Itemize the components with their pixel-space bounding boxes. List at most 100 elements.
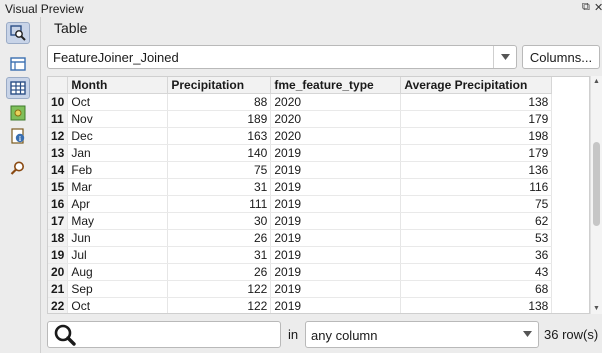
table-row[interactable]: 17 May 30 2019 62 <box>48 212 553 230</box>
cell-precipitation: 189 <box>167 110 272 128</box>
title-bar: Visual Preview ⧉ ✕ <box>0 0 602 17</box>
cell-precipitation: 111 <box>167 195 272 213</box>
cell-precipitation: 122 <box>167 297 272 313</box>
data-table[interactable]: Month Precipitation fme_feature_type Ave… <box>47 76 590 314</box>
cell-precipitation: 122 <box>167 280 272 298</box>
column-header-average-precipitation[interactable]: Average Precipitation <box>400 77 553 94</box>
grid-view-button[interactable] <box>6 77 30 99</box>
cell-fme-feature-type: 2019 <box>270 195 402 213</box>
svg-text:i: i <box>19 135 21 143</box>
feature-table: Month Precipitation fme_feature_type Ave… <box>48 77 553 313</box>
cell-month: May <box>67 212 169 230</box>
table-row[interactable]: 10 Oct 88 2020 138 <box>48 93 553 111</box>
row-number: 16 <box>48 195 69 213</box>
map-view-button[interactable] <box>6 102 30 124</box>
window-title: Visual Preview <box>5 2 84 16</box>
column-filter-dropdown[interactable]: any column <box>305 321 539 348</box>
row-number: 15 <box>48 178 69 196</box>
cell-fme-feature-type: 2019 <box>270 246 402 264</box>
cell-fme-feature-type: 2019 <box>270 229 402 247</box>
cell-average-precipitation: 179 <box>400 144 553 162</box>
table-view-icon <box>10 57 26 71</box>
cell-average-precipitation: 116 <box>400 178 553 196</box>
table-row[interactable]: 12 Dec 163 2020 198 <box>48 127 553 145</box>
row-number: 17 <box>48 212 69 230</box>
cell-precipitation: 163 <box>167 127 272 145</box>
table-row[interactable]: 11 Nov 189 2020 179 <box>48 110 553 128</box>
cell-average-precipitation: 138 <box>400 93 553 111</box>
cell-average-precipitation: 138 <box>400 297 553 313</box>
columns-button[interactable]: Columns... <box>522 45 600 69</box>
cell-month: Jun <box>67 229 169 247</box>
info-icon: i <box>11 128 25 144</box>
cell-precipitation: 140 <box>167 144 272 162</box>
cell-month: Mar <box>67 178 169 196</box>
table-row[interactable]: 14 Feb 75 2019 136 <box>48 161 553 179</box>
info-button[interactable]: i <box>6 125 30 147</box>
inspect-feature-icon <box>10 25 26 41</box>
row-number: 14 <box>48 161 69 179</box>
map-view-icon <box>10 105 26 121</box>
scroll-up-icon[interactable]: ▲ <box>593 78 600 85</box>
cell-fme-feature-type: 2019 <box>270 297 402 313</box>
table-row[interactable]: 16 Apr 111 2019 75 <box>48 195 553 213</box>
cell-month: Aug <box>67 263 169 281</box>
dataset-dropdown[interactable]: FeatureJoiner_Joined <box>47 45 517 69</box>
chevron-down-icon[interactable] <box>493 46 516 68</box>
table-row[interactable]: 18 Jun 26 2019 53 <box>48 229 553 247</box>
table-row[interactable]: 13 Jan 140 2019 179 <box>48 144 553 162</box>
row-number: 10 <box>48 93 69 111</box>
cell-month: Nov <box>67 110 169 128</box>
column-header-precipitation[interactable]: Precipitation <box>167 77 272 94</box>
cell-fme-feature-type: 2020 <box>270 127 402 145</box>
row-number: 19 <box>48 246 69 264</box>
cell-average-precipitation: 53 <box>400 229 553 247</box>
scroll-down-icon[interactable]: ▼ <box>593 305 600 312</box>
cell-average-precipitation: 43 <box>400 263 553 281</box>
feature-search-button[interactable] <box>6 157 30 179</box>
cell-average-precipitation: 198 <box>400 127 553 145</box>
table-view-button[interactable] <box>6 53 30 75</box>
inspect-feature-button[interactable] <box>6 22 30 44</box>
cell-month: Apr <box>67 195 169 213</box>
cell-average-precipitation: 36 <box>400 246 553 264</box>
cell-average-precipitation: 75 <box>400 195 553 213</box>
cell-precipitation: 75 <box>167 161 272 179</box>
scrollbar-thumb[interactable] <box>593 142 600 226</box>
table-row[interactable]: 20 Aug 26 2019 43 <box>48 263 553 281</box>
grid-view-icon <box>10 81 26 95</box>
cell-precipitation: 26 <box>167 263 272 281</box>
table-row[interactable]: 19 Jul 31 2019 36 <box>48 246 553 264</box>
cell-fme-feature-type: 2019 <box>270 178 402 196</box>
row-number: 12 <box>48 127 69 145</box>
restore-icon[interactable]: ⧉ <box>582 1 590 14</box>
close-icon[interactable]: ✕ <box>594 1 602 14</box>
cell-fme-feature-type: 2019 <box>270 263 402 281</box>
cell-month: Oct <box>67 93 169 111</box>
cell-fme-feature-type: 2020 <box>270 93 402 111</box>
search-input[interactable] <box>47 321 281 348</box>
cell-average-precipitation: 179 <box>400 110 553 128</box>
row-number: 22 <box>48 297 69 313</box>
cell-precipitation: 31 <box>167 246 272 264</box>
table-row[interactable]: 15 Mar 31 2019 116 <box>48 178 553 196</box>
table-row[interactable]: 22 Oct 122 2019 138 <box>48 297 553 313</box>
row-number: 11 <box>48 110 69 128</box>
table-row[interactable]: 21 Sep 122 2019 68 <box>48 280 553 298</box>
cell-fme-feature-type: 2020 <box>270 110 402 128</box>
table-header-row: Month Precipitation fme_feature_type Ave… <box>48 77 553 94</box>
cell-average-precipitation: 136 <box>400 161 553 179</box>
vertical-scrollbar[interactable]: ▲ ▼ <box>590 76 602 314</box>
search-icon <box>54 324 76 346</box>
cell-fme-feature-type: 2019 <box>270 280 402 298</box>
column-header-month[interactable]: Month <box>67 77 169 94</box>
row-number: 13 <box>48 144 69 162</box>
view-sidebar: i <box>0 17 41 353</box>
row-number: 20 <box>48 263 69 281</box>
cell-month: Feb <box>67 161 169 179</box>
row-count: 36 row(s) <box>544 327 599 342</box>
cell-month: Oct <box>67 297 169 313</box>
feature-search-icon <box>10 161 24 175</box>
row-number-header <box>48 77 69 94</box>
column-header-fme-feature-type[interactable]: fme_feature_type <box>270 77 402 94</box>
